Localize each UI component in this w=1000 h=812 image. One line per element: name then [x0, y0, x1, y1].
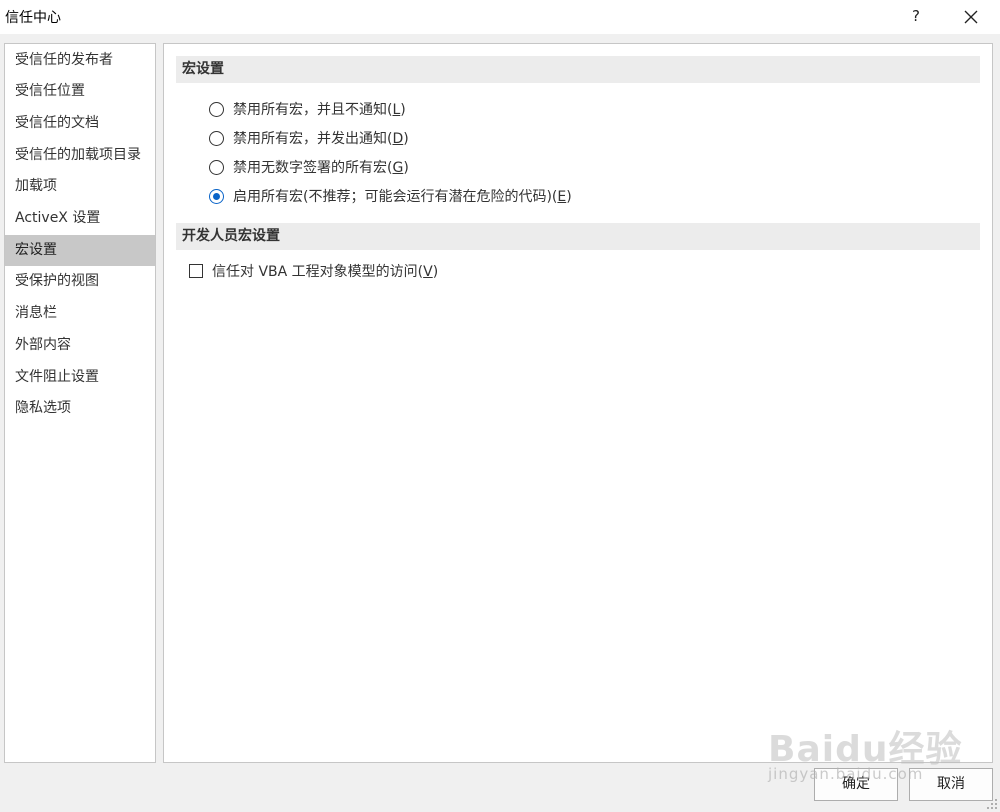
- help-button[interactable]: ?: [902, 3, 930, 31]
- radio-disable-unsigned[interactable]: 禁用无数字签署的所有宏(G): [209, 156, 409, 178]
- radio-button[interactable]: [209, 130, 224, 146]
- window-title: 信任中心: [5, 10, 61, 26]
- radio-button[interactable]: [209, 101, 224, 117]
- checkbox[interactable]: [189, 264, 203, 278]
- radio-button[interactable]: [209, 159, 224, 175]
- macro-settings-header: 宏设置: [176, 56, 980, 83]
- title-bar: 信任中心 ?: [0, 0, 1000, 34]
- radio-disable-no-notify[interactable]: 禁用所有宏，并且不通知(L): [209, 98, 406, 120]
- sidebar-item-file-block-settings[interactable]: 文件阻止设置: [5, 362, 155, 393]
- option-label: 禁用无数字签署的所有宏(G): [233, 160, 409, 176]
- ok-button[interactable]: 确定: [814, 768, 898, 801]
- sidebar-item-macro-settings[interactable]: 宏设置: [5, 235, 155, 266]
- sidebar-item-activex-settings[interactable]: ActiveX 设置: [5, 203, 155, 234]
- option-label: 禁用所有宏，并发出通知(D): [233, 131, 409, 147]
- radio-disable-with-notify[interactable]: 禁用所有宏，并发出通知(D): [209, 127, 409, 149]
- sidebar-item-addins[interactable]: 加载项: [5, 171, 155, 202]
- option-label: 启用所有宏(不推荐；可能会运行有潜在危险的代码)(E): [233, 189, 572, 205]
- sidebar-nav: 受信任的发布者 受信任位置 受信任的文档 受信任的加载项目录 加载项 Activ…: [4, 43, 156, 763]
- resize-grip-icon[interactable]: [986, 798, 998, 810]
- checkbox-label: 信任对 VBA 工程对象模型的访问(V): [212, 264, 439, 280]
- sidebar-item-trusted-documents[interactable]: 受信任的文档: [5, 108, 155, 139]
- sidebar-item-protected-view[interactable]: 受保护的视图: [5, 266, 155, 297]
- sidebar-item-privacy-options[interactable]: 隐私选项: [5, 393, 155, 424]
- sidebar-item-trusted-locations[interactable]: 受信任位置: [5, 76, 155, 107]
- close-button[interactable]: [956, 3, 986, 31]
- radio-enable-all[interactable]: 启用所有宏(不推荐；可能会运行有潜在危险的代码)(E): [209, 185, 572, 207]
- sidebar-item-trusted-publishers[interactable]: 受信任的发布者: [5, 45, 155, 76]
- developer-settings-header: 开发人员宏设置: [176, 223, 980, 250]
- sidebar-item-trusted-addin-catalogs[interactable]: 受信任的加载项目录: [5, 140, 155, 171]
- sidebar-item-external-content[interactable]: 外部内容: [5, 330, 155, 361]
- checkbox-trust-vba-access[interactable]: 信任对 VBA 工程对象模型的访问(V): [189, 260, 438, 282]
- sidebar-item-message-bar[interactable]: 消息栏: [5, 298, 155, 329]
- option-label: 禁用所有宏，并且不通知(L): [233, 102, 406, 118]
- cancel-button[interactable]: 取消: [909, 768, 993, 801]
- close-icon: [964, 10, 978, 24]
- radio-button-selected[interactable]: [209, 188, 224, 204]
- settings-panel: 宏设置 禁用所有宏，并且不通知(L) 禁用所有宏，并发出通知(D) 禁用无数字签…: [163, 43, 993, 763]
- help-icon: ?: [912, 7, 920, 25]
